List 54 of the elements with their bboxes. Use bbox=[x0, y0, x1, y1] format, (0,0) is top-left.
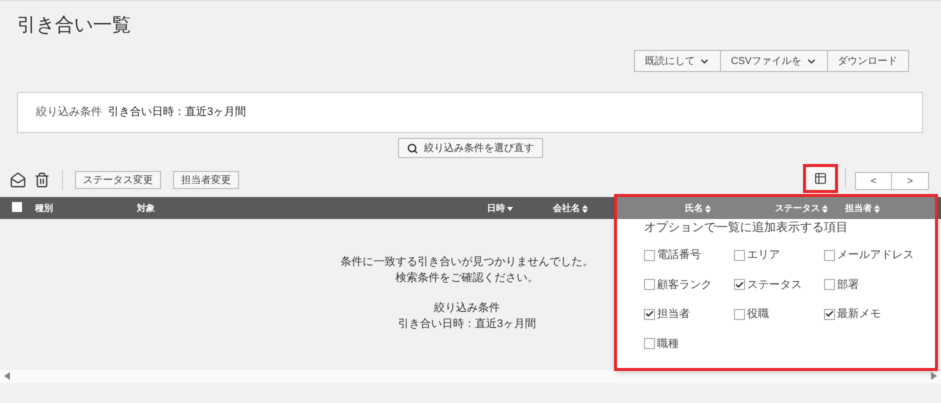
action-button[interactable]: ダウンロード bbox=[826, 50, 909, 72]
toolbar-button[interactable]: 担当者変更 bbox=[173, 171, 239, 189]
scroll-left-icon[interactable] bbox=[4, 372, 10, 380]
option-checkbox[interactable] bbox=[824, 308, 835, 320]
option-checkbox[interactable] bbox=[824, 250, 835, 261]
column-header[interactable]: 担当者 bbox=[845, 202, 880, 216]
option-checkbox[interactable] bbox=[644, 308, 655, 320]
scroll-right-icon[interactable] bbox=[931, 372, 937, 380]
reselect-filter-button[interactable]: 絞り込み条件を選び直す bbox=[398, 138, 543, 158]
column-header[interactable]: ステータス bbox=[775, 202, 828, 216]
popup-title: オプションで一覧に追加表示する項目 bbox=[644, 219, 849, 235]
filter-label: 絞り込み条件 bbox=[36, 104, 102, 120]
toolbar-button[interactable]: ステータス変更 bbox=[75, 171, 161, 189]
sort-icon bbox=[874, 204, 880, 213]
column-settings-button[interactable] bbox=[803, 164, 838, 193]
empty-filter-info: 絞り込み条件 引き合い日時：直近3ヶ月間 bbox=[398, 300, 536, 332]
column-option[interactable]: 顧客ランク bbox=[644, 276, 734, 293]
table-grid-icon bbox=[814, 172, 827, 185]
option-checkbox[interactable] bbox=[824, 279, 835, 290]
option-checkbox[interactable] bbox=[644, 279, 655, 290]
page-title: 引き合い一覧 bbox=[17, 14, 131, 38]
trash-icon[interactable] bbox=[34, 172, 50, 188]
empty-message: 条件に一致する引き合いが見つかりませんでした。 検索条件をご確認ください。 bbox=[340, 255, 594, 286]
column-header[interactable]: 対象 bbox=[137, 202, 155, 216]
sort-desc-icon bbox=[507, 206, 513, 211]
option-checkbox[interactable] bbox=[734, 250, 745, 261]
search-icon bbox=[407, 142, 418, 154]
column-option[interactable]: ステータス bbox=[734, 276, 824, 293]
column-option[interactable]: 部署 bbox=[824, 276, 934, 293]
option-checkbox[interactable] bbox=[644, 338, 655, 350]
column-header[interactable]: 会社名 bbox=[553, 202, 588, 216]
column-option[interactable]: 担当者 bbox=[644, 306, 734, 322]
column-header[interactable]: 種別 bbox=[35, 202, 53, 216]
select-all-checkbox[interactable] bbox=[12, 202, 22, 212]
sort-icon bbox=[822, 204, 828, 213]
column-option[interactable]: メールアドレス bbox=[824, 247, 934, 264]
column-option[interactable]: 職種 bbox=[644, 336, 734, 352]
column-option[interactable]: 電話番号 bbox=[644, 247, 734, 264]
filter-value: 引き合い日時：直近3ヶ月間 bbox=[108, 105, 246, 120]
option-checkbox[interactable] bbox=[734, 279, 745, 290]
column-header[interactable]: 日時 bbox=[487, 202, 513, 216]
next-page-button[interactable]: > bbox=[892, 172, 929, 190]
previous-page-button[interactable]: < bbox=[855, 172, 892, 190]
column-header[interactable]: 氏名 bbox=[685, 202, 711, 216]
action-button[interactable]: CSVファイルを bbox=[720, 50, 828, 72]
column-option[interactable]: 役職 bbox=[734, 306, 824, 322]
option-checkbox[interactable] bbox=[644, 250, 655, 261]
sort-icon bbox=[705, 204, 711, 213]
column-option[interactable]: エリア bbox=[734, 247, 824, 264]
action-button[interactable]: 既読にして bbox=[634, 50, 721, 72]
option-checkbox[interactable] bbox=[734, 308, 745, 320]
open-envelope-icon[interactable] bbox=[10, 172, 26, 188]
column-option[interactable]: 最新メモ bbox=[824, 306, 934, 322]
sort-icon bbox=[582, 204, 588, 213]
